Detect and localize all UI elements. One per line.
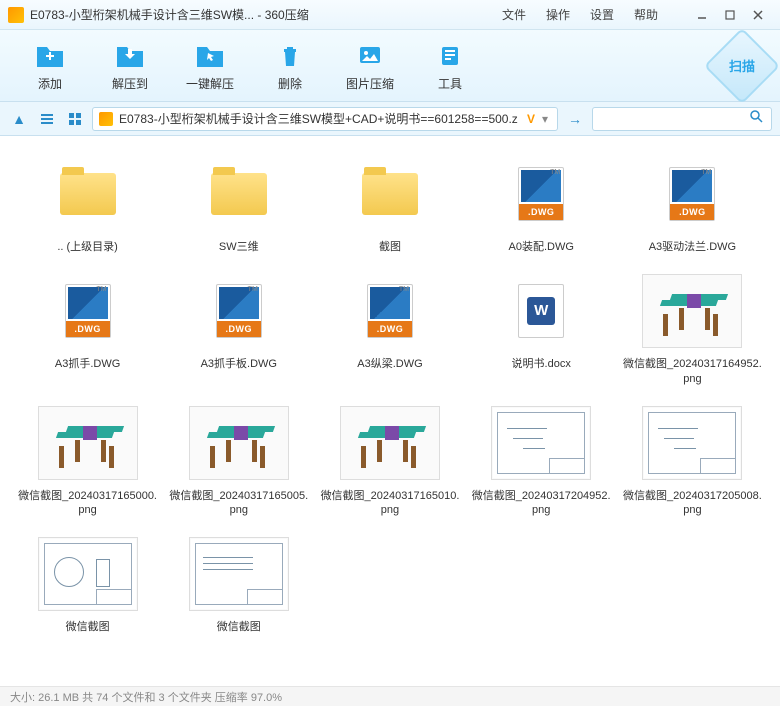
path-text: E0783-小型桁架机械手设计含三维SW模型+CAD+说明书==601258==…	[119, 110, 518, 127]
maximize-button[interactable]	[716, 5, 744, 25]
extract-to-button[interactable]: 解压到	[90, 39, 170, 92]
file-name: 微信截图	[66, 620, 110, 635]
file-item[interactable]: 微信截图_20240317164952.png	[617, 265, 768, 393]
dwg-icon: TM.DWG	[216, 284, 262, 338]
image-thumbnail	[491, 406, 591, 480]
file-item[interactable]: 截图	[314, 148, 465, 261]
file-item[interactable]: 微信截图	[163, 528, 314, 641]
status-text: 大小: 26.1 MB 共 74 个文件和 3 个文件夹 压缩率 97.0%	[10, 689, 282, 705]
one-click-extract-button[interactable]: 一键解压	[170, 39, 250, 92]
minimize-button[interactable]	[688, 5, 716, 25]
file-name: 微信截图	[217, 620, 261, 635]
search-input[interactable]	[592, 107, 772, 131]
add-label: 添加	[38, 75, 62, 92]
file-item[interactable]: 微信截图_20240317165000.png	[12, 397, 163, 525]
dwg-icon: TM.DWG	[65, 284, 111, 338]
dwg-icon: TM.DWG	[518, 167, 564, 221]
file-name: 说明书.docx	[512, 357, 571, 372]
file-name: A0装配.DWG	[508, 240, 573, 255]
path-input[interactable]: E0783-小型桁架机械手设计含三维SW模型+CAD+说明书==601258==…	[92, 107, 558, 131]
extract-to-icon	[114, 39, 146, 71]
menu-settings[interactable]: 设置	[580, 6, 624, 23]
file-item[interactable]: TM.DWG A0装配.DWG	[466, 148, 617, 261]
scan-button[interactable]: 扫描	[714, 38, 770, 94]
file-item[interactable]: 微信截图_20240317165005.png	[163, 397, 314, 525]
add-button[interactable]: 添加	[10, 39, 90, 92]
verified-icon: V	[523, 112, 539, 126]
docx-icon: W	[518, 284, 564, 338]
image-thumbnail	[340, 406, 440, 480]
file-item[interactable]: TM.DWG A3抓手板.DWG	[163, 265, 314, 393]
image-compress-icon	[354, 39, 386, 71]
tools-icon	[434, 39, 466, 71]
file-item[interactable]: 微信截图_20240317165010.png	[314, 397, 465, 525]
nav-forward-icon[interactable]: →	[564, 108, 586, 130]
image-compress-button[interactable]: 图片压缩	[330, 39, 410, 92]
file-name: 微信截图_20240317165005.png	[169, 489, 309, 519]
file-item[interactable]: 微信截图	[12, 528, 163, 641]
file-name: .. (上级目录)	[57, 240, 118, 255]
dwg-icon: TM.DWG	[367, 284, 413, 338]
file-item[interactable]: 微信截图_20240317204952.png	[466, 397, 617, 525]
menu-operate[interactable]: 操作	[536, 6, 580, 23]
view-list-icon[interactable]	[36, 108, 58, 130]
file-grid: .. (上级目录) SW三维 截图 TM.DWG A0装配.DWG TM.DWG A3驱动法…	[0, 136, 780, 686]
statusbar: 大小: 26.1 MB 共 74 个文件和 3 个文件夹 压缩率 97.0%	[0, 686, 780, 706]
file-item[interactable]: TM.DWG A3纵梁.DWG	[314, 265, 465, 393]
window-title: E0783-小型桁架机械手设计含三维SW模... - 360压缩	[30, 6, 309, 23]
delete-label: 删除	[278, 75, 302, 92]
folder-icon	[60, 173, 116, 215]
file-item[interactable]: TM.DWG A3抓手.DWG	[12, 265, 163, 393]
dwg-icon: TM.DWG	[669, 167, 715, 221]
folder-icon	[362, 173, 418, 215]
file-name: 微信截图_20240317204952.png	[471, 489, 611, 519]
toolbar: 添加 解压到 一键解压 删除 图片压缩 工具 扫描	[0, 30, 780, 102]
one-click-label: 一键解压	[186, 75, 234, 92]
folder-icon	[211, 173, 267, 215]
file-name: 微信截图_20240317165010.png	[320, 489, 460, 519]
file-item[interactable]: .. (上级目录)	[12, 148, 163, 261]
tools-label: 工具	[438, 75, 462, 92]
image-thumbnail	[189, 406, 289, 480]
navbar: ▲ E0783-小型桁架机械手设计含三维SW模型+CAD+说明书==601258…	[0, 102, 780, 136]
chevron-down-icon[interactable]: ▾	[539, 112, 551, 126]
nav-up-icon[interactable]: ▲	[8, 108, 30, 130]
image-thumbnail	[642, 406, 742, 480]
file-name: 微信截图_20240317165000.png	[18, 489, 158, 519]
image-thumbnail	[38, 537, 138, 611]
file-name: A3抓手.DWG	[55, 357, 120, 372]
tools-button[interactable]: 工具	[410, 39, 490, 92]
add-icon	[34, 39, 66, 71]
file-item[interactable]: W 说明书.docx	[466, 265, 617, 393]
file-name: 截图	[379, 240, 401, 255]
file-name: 微信截图_20240317164952.png	[622, 357, 762, 387]
image-thumbnail	[642, 274, 742, 348]
view-grid-icon[interactable]	[64, 108, 86, 130]
file-name: 微信截图_20240317205008.png	[622, 489, 762, 519]
image-compress-label: 图片压缩	[346, 75, 394, 92]
file-name: SW三维	[219, 240, 259, 255]
menu-help[interactable]: 帮助	[624, 6, 668, 23]
archive-icon	[99, 112, 113, 126]
scan-label: 扫描	[729, 56, 755, 75]
menu-file[interactable]: 文件	[492, 6, 536, 23]
close-button[interactable]	[744, 5, 772, 25]
file-name: A3抓手板.DWG	[201, 357, 277, 372]
one-click-icon	[194, 39, 226, 71]
file-item[interactable]: TM.DWG A3驱动法兰.DWG	[617, 148, 768, 261]
file-item[interactable]: 微信截图_20240317205008.png	[617, 397, 768, 525]
extract-to-label: 解压到	[112, 75, 148, 92]
file-item[interactable]: SW三维	[163, 148, 314, 261]
search-icon	[749, 109, 763, 128]
file-name: A3纵梁.DWG	[357, 357, 422, 372]
image-thumbnail	[189, 537, 289, 611]
file-name: A3驱动法兰.DWG	[649, 240, 736, 255]
delete-icon	[274, 39, 306, 71]
titlebar: E0783-小型桁架机械手设计含三维SW模... - 360压缩 文件 操作 设…	[0, 0, 780, 30]
app-icon	[8, 7, 24, 23]
image-thumbnail	[38, 406, 138, 480]
delete-button[interactable]: 删除	[250, 39, 330, 92]
